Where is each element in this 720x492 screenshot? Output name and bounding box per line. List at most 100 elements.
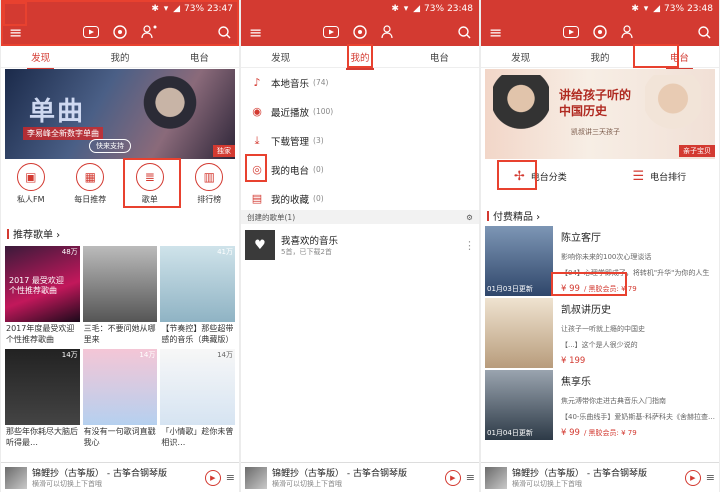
player-title: 锦鲤抄（古筝版） - 古筝合钢琴版 <box>512 469 647 479</box>
quick-playlist[interactable]: ≣ 歌单 <box>124 163 176 209</box>
tab-mine[interactable]: 我的 <box>106 47 133 67</box>
paid-item[interactable]: 01月03日更新 陈立客厅 影响你未来的100次心理谈话 【04】心理学即成了，… <box>485 226 715 298</box>
signal-icons: ✱ ▾ ◢ <box>151 4 182 14</box>
friends-icon[interactable] <box>381 25 397 39</box>
playlist-icon: ≣ <box>135 163 164 191</box>
item-desc: 影响你未来的100次心理谈话 <box>561 253 652 261</box>
radio-category[interactable]: ✢ 电台分类 <box>514 169 567 184</box>
settings-icon[interactable]: ⚙ <box>466 213 473 222</box>
menu-icon[interactable]: ≡ <box>249 23 262 42</box>
tab-discover[interactable]: 发现 <box>27 47 55 70</box>
banner-title: 讲给孩子听的 中国历史 <box>559 87 631 119</box>
search-icon[interactable] <box>218 25 231 39</box>
tab-radio[interactable]: 电台 <box>665 47 693 70</box>
banner-title-l2: 中国历史 <box>559 104 608 118</box>
tab-mine[interactable]: 我的 <box>586 47 613 67</box>
friends-icon[interactable] <box>141 25 157 39</box>
item-count: (100) <box>313 107 334 116</box>
signal-icons: ✱ ▾ ◢ <box>631 4 662 14</box>
item-label: 最近播放 <box>271 107 310 119</box>
tab-mine[interactable]: 我的 <box>346 47 374 70</box>
card-caption: 有没有一句歌词直戳我心 <box>83 427 156 447</box>
search-icon[interactable] <box>458 25 471 39</box>
item-favorites[interactable]: ▤ 我的收藏 (0) <box>241 184 479 213</box>
tab-radio[interactable]: 电台 <box>426 47 453 67</box>
tab-radio[interactable]: 电台 <box>186 47 213 67</box>
playlist-card[interactable]: 14万 那些年你耗尽大脑后听得最… <box>5 349 80 449</box>
card-caption: 三毛：不要问她从哪里来 <box>83 324 156 344</box>
quick-daily[interactable]: ▦ 每日推荐 <box>64 163 116 209</box>
queue-icon[interactable]: ≡ <box>226 471 235 484</box>
item-name: 凯叔讲历史 <box>561 305 611 316</box>
music-icon[interactable] <box>353 25 367 39</box>
paid-item[interactable]: 凯叔讲历史 让孩子一听就上瘾的中国史 【...】这个是人很少说的 ¥ 199 <box>485 298 715 370</box>
item-local-music[interactable]: ♪ 本地音乐 (74) <box>241 68 479 97</box>
quick-fm[interactable]: ▣ 私人FM <box>5 163 57 209</box>
tab-bar: 发现 我的 电台 <box>1 46 239 70</box>
menu-icon[interactable]: ≡ <box>489 23 502 42</box>
play-icon[interactable]: ▶ <box>444 469 461 486</box>
player-title: 锦鲤抄（古筝版） - 古筝合钢琴版 <box>272 469 407 479</box>
tab-discover[interactable]: 发现 <box>507 47 534 67</box>
search-icon[interactable] <box>698 25 711 39</box>
player-hint: 横滑可以切换上下首哦 <box>512 480 582 488</box>
section-paid[interactable]: 付费精品 › <box>487 208 540 223</box>
quick-rank[interactable]: ▥ 排行榜 <box>183 163 235 209</box>
quick-label: 歌单 <box>141 195 158 204</box>
banner-sub: 凯叔讲三天孩子 <box>571 128 620 136</box>
play-icon[interactable]: ▶ <box>684 469 701 486</box>
chart-icon: ▥ <box>195 163 224 191</box>
play-icon[interactable]: ▶ <box>204 469 221 486</box>
created-header-label: 创建的歌单(1) <box>247 212 296 222</box>
screen-radio: ✱ ▾ ◢ 73% 23:48 ≡ 发现 我的 电台 讲给孩子听的 中国历史 凯叔… <box>481 0 719 492</box>
video-icon[interactable] <box>323 26 340 38</box>
video-icon[interactable] <box>83 26 100 38</box>
item-episode: 【40-乐曲线手】爱奶斯基-科萨科夫《舍赫拉查… <box>561 413 715 421</box>
item-episode: 【04】心理学即成了，将转机"升华"为你的人生 <box>561 269 710 277</box>
item-cover: 01月03日更新 <box>485 226 553 296</box>
player-title: 锦鲤抄（古筝版） - 古筝合钢琴版 <box>32 469 167 479</box>
playlist-card[interactable]: 48万 2017 最受欢迎个性推荐歌曲 2017年度最受欢迎个性推荐歌曲 <box>5 246 80 346</box>
player-hint: 横滑可以切换上下首哦 <box>32 480 102 488</box>
playlist-card[interactable]: 14万 「小情歌」趁你未曾相识… <box>160 349 235 449</box>
tab-discover[interactable]: 发现 <box>267 47 294 67</box>
queue-icon[interactable]: ≡ <box>466 471 475 484</box>
queue-icon[interactable]: ≡ <box>706 471 715 484</box>
quick-label: 电台排行 <box>650 172 687 183</box>
more-icon[interactable]: ⋮ <box>464 239 475 252</box>
playlist-card[interactable]: 14万 有没有一句歌词直戳我心 <box>82 349 158 449</box>
card-thumb <box>82 246 158 322</box>
quick-actions: ▣ 私人FM ▦ 每日推荐 ≣ 歌单 ▥ 排行榜 <box>1 163 239 209</box>
playlist-card[interactable]: 41万 【节奏控】那些超带感的音乐（典藏版） <box>160 246 235 346</box>
video-icon[interactable] <box>563 26 580 38</box>
menu-icon[interactable]: ≡ <box>9 23 22 42</box>
banner-logo-text: 单曲 <box>29 97 86 127</box>
created-playlists-header[interactable]: 创建的歌单(1) ⚙ <box>241 210 479 224</box>
item-recent[interactable]: ◉ 最近播放 (100) <box>241 97 479 126</box>
card-thumb: 14万 <box>160 349 235 425</box>
card-overlay-text: 2017 最受欢迎个性推荐歌曲 <box>9 276 64 295</box>
music-icon[interactable] <box>593 25 607 39</box>
mini-player[interactable]: 锦鲤抄（古筝版） - 古筝合钢琴版 横滑可以切换上下首哦 ▶ ≡ <box>241 462 479 492</box>
play-circle-icon: ◉ <box>252 105 262 118</box>
item-downloads[interactable]: ⤓ 下载管理 (3) <box>241 126 479 155</box>
item-my-radio[interactable]: ◎ 我的电台 (0) <box>241 155 479 184</box>
card-caption: 那些年你耗尽大脑后听得最… <box>6 427 78 447</box>
radio-banner[interactable]: 讲给孩子听的 中国历史 凯叔讲三天孩子 亲子宝贝 <box>485 69 715 159</box>
mini-player[interactable]: 锦鲤抄（古筝版） - 古筝合钢琴版 横滑可以切换上下首哦 ▶ ≡ <box>1 462 239 492</box>
mini-player[interactable]: 锦鲤抄（古筝版） - 古筝合钢琴版 横滑可以切换上下首哦 ▶ ≡ <box>481 462 719 492</box>
paid-item[interactable]: 01月04日更新 焦享乐 焦元溥带你走进古典音乐入门指南 【40-乐曲线手】爱奶… <box>485 370 715 442</box>
card-caption: 2017年度最受欢迎个性推荐歌曲 <box>6 324 75 344</box>
playlist-card[interactable]: 三毛：不要问她从哪里来 <box>82 246 158 346</box>
battery-level: 73% <box>664 4 685 14</box>
card-thumb: 48万 2017 最受欢迎个性推荐歌曲 <box>5 246 80 322</box>
promo-banner[interactable]: 单曲 李易峰全新数字单曲 快来支持 独家 <box>5 69 235 159</box>
card-thumb: 14万 <box>82 349 158 425</box>
calendar-icon: ▦ <box>76 163 105 191</box>
music-icon[interactable] <box>113 25 127 39</box>
section-recommend[interactable]: 推荐歌单 › <box>7 226 60 241</box>
banner-pill[interactable]: 快来支持 <box>89 139 131 153</box>
playlist-liked[interactable]: ♥ 我喜欢的音乐 5首，已下载2首 ⋮ <box>245 228 475 262</box>
friends-icon[interactable] <box>621 25 637 39</box>
radio-rank[interactable]: ☰ 电台排行 <box>632 169 686 184</box>
